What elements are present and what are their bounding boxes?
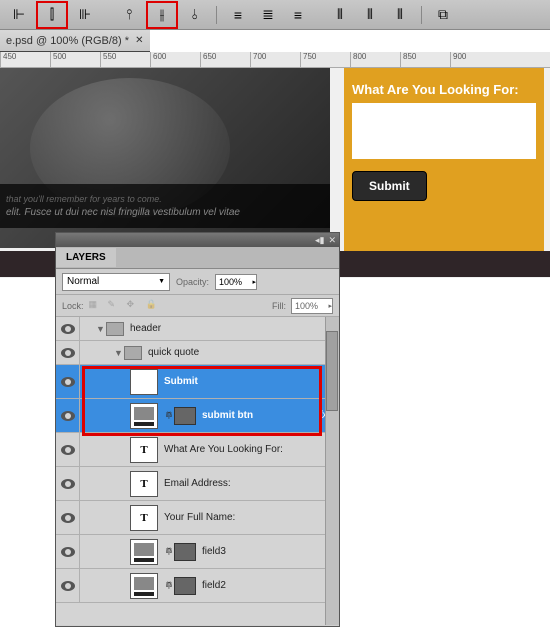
shape-layer-thumb [130, 573, 158, 599]
close-tab-icon[interactable]: ✕ [135, 35, 143, 46]
align-bottom-icon[interactable]: ⫰ [182, 4, 208, 26]
layer-submit-btn[interactable]: 𐄷 submit btn fx ▾ [56, 399, 339, 433]
visibility-icon[interactable] [61, 324, 75, 334]
distribute-left-icon[interactable]: ⦀ [327, 4, 353, 26]
align-vcenter-icon[interactable]: ⫲ [149, 4, 175, 26]
layers-panel: ◂▮ ✕ LAYERS Normal▼ Opacity: 100%▸ Lock:… [55, 232, 340, 627]
distribute-top-icon[interactable]: ≡ [225, 4, 251, 26]
layer-what-text[interactable]: T What Are You Looking For: [56, 433, 339, 467]
scrollbar[interactable] [325, 317, 339, 625]
auto-align-icon[interactable]: ⧉ [430, 4, 456, 26]
lock-pixels-icon[interactable]: ✎ [108, 299, 122, 313]
distribute-bottom-icon[interactable]: ≡ [285, 4, 311, 26]
text-layer-thumb: T [130, 369, 158, 395]
hero-caption: that you'll remember for years to come. … [0, 184, 330, 228]
folder-icon [106, 322, 124, 336]
align-top-icon[interactable]: ⫯ [116, 4, 142, 26]
blend-mode-select[interactable]: Normal▼ [62, 273, 170, 291]
lock-all-icon[interactable]: 🔒 [146, 299, 160, 313]
distribute-right-icon[interactable]: ⦀ [387, 4, 413, 26]
panel-menu-icon[interactable]: ◂▮ [315, 235, 324, 246]
distribute-vcenter-icon[interactable]: ≣ [255, 4, 281, 26]
visibility-icon[interactable] [61, 479, 75, 489]
document-title: e.psd @ 100% (RGB/8) * [6, 35, 129, 47]
layer-submit-text[interactable]: T Submit [56, 365, 339, 399]
lock-transparency-icon[interactable]: ▦ [89, 299, 103, 313]
lock-position-icon[interactable]: ✥ [127, 299, 141, 313]
vector-mask-thumb [174, 577, 196, 595]
text-layer-thumb: T [130, 505, 158, 531]
visibility-icon[interactable] [61, 377, 75, 387]
disclosure-icon[interactable]: ▼ [96, 324, 106, 334]
vector-mask-thumb [174, 543, 196, 561]
panel-titlebar[interactable]: ◂▮ ✕ [56, 233, 339, 247]
layer-list: ▼ header ▼ quick quote T Submit 𐄷 submit… [56, 317, 339, 625]
visibility-icon[interactable] [61, 411, 75, 421]
lock-label: Lock: [62, 301, 84, 311]
visibility-icon[interactable] [61, 445, 75, 455]
layer-email-text[interactable]: T Email Address: [56, 467, 339, 501]
link-icon[interactable]: 𐄷 [164, 545, 174, 559]
visibility-icon[interactable] [61, 348, 75, 358]
layer-field3[interactable]: 𐄷 field3 [56, 535, 339, 569]
disclosure-icon[interactable]: ▼ [114, 348, 124, 358]
distribute-hcenter-icon[interactable]: ⦀ [357, 4, 383, 26]
link-icon[interactable]: 𐄷 [164, 409, 174, 423]
shape-layer-thumb [130, 403, 158, 429]
shape-layer-thumb [130, 539, 158, 565]
visibility-icon[interactable] [61, 513, 75, 523]
opacity-value[interactable]: 100%▸ [215, 274, 257, 290]
form-input[interactable] [352, 103, 536, 159]
layers-tab[interactable]: LAYERS [56, 248, 116, 267]
opacity-label: Opacity: [176, 277, 209, 287]
align-right-icon[interactable]: ⊪ [72, 4, 98, 26]
document-tab[interactable]: e.psd @ 100% (RGB/8) * ✕ [0, 30, 150, 52]
hero-image: that you'll remember for years to come. … [0, 68, 330, 248]
visibility-icon[interactable] [61, 547, 75, 557]
fill-label: Fill: [272, 301, 286, 311]
visibility-icon[interactable] [61, 581, 75, 591]
link-icon[interactable]: 𐄷 [164, 579, 174, 593]
layer-field2[interactable]: 𐄷 field2 [56, 569, 339, 603]
align-hcenter-icon[interactable]: ⫿ [39, 4, 65, 26]
panel-close-icon[interactable]: ✕ [328, 235, 336, 246]
form-title: What Are You Looking For: [352, 82, 536, 97]
fill-value[interactable]: 100%▸ [291, 298, 333, 314]
horizontal-ruler: 450 500 550 600 650 700 750 800 850 900 [0, 52, 550, 68]
layer-group-header[interactable]: ▼ header [56, 317, 339, 341]
layer-group-quickquote[interactable]: ▼ quick quote [56, 341, 339, 365]
text-layer-thumb: T [130, 437, 158, 463]
align-left-icon[interactable]: ⊩ [6, 4, 32, 26]
vector-mask-thumb [174, 407, 196, 425]
align-toolbar: ⊩ ⫿ ⊪ ⫯ ⫲ ⫰ ≡ ≣ ≡ ⦀ ⦀ ⦀ ⧉ [0, 0, 550, 30]
submit-button[interactable]: Submit [352, 171, 427, 201]
scroll-thumb[interactable] [326, 331, 338, 411]
text-layer-thumb: T [130, 471, 158, 497]
layer-name-text[interactable]: T Your Full Name: [56, 501, 339, 535]
folder-icon [124, 346, 142, 360]
form-panel: What Are You Looking For: Submit [344, 68, 544, 258]
